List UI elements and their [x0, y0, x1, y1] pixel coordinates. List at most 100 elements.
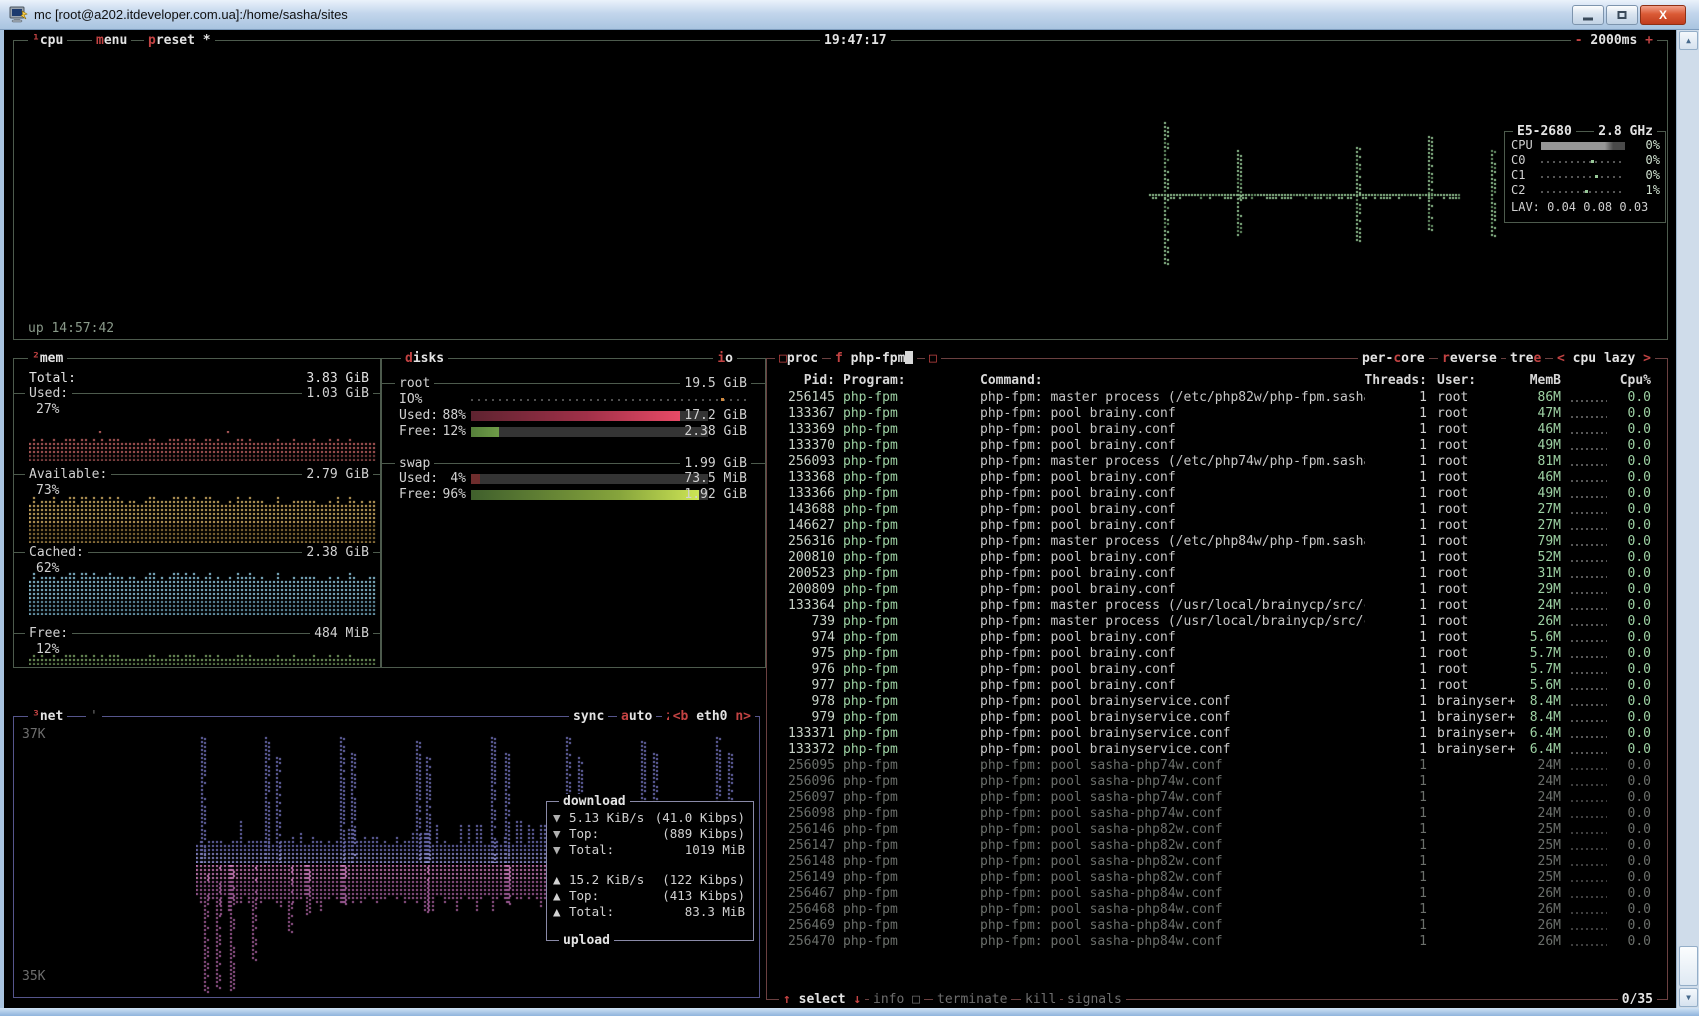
- kill-button[interactable]: kill: [1021, 992, 1060, 1007]
- proc-row[interactable]: 256145php-fpmphp-fpm: master process (/e…: [767, 390, 1667, 406]
- cpu-panel-tab[interactable]: ¹cpu: [28, 33, 67, 48]
- maximize-button[interactable]: [1606, 5, 1638, 25]
- scrollbar-down-icon[interactable]: ▼: [1679, 988, 1698, 1007]
- window-titlebar[interactable]: mc [root@a202.itdeveloper.com.ua]:/home/…: [0, 0, 1699, 30]
- sort-next-icon[interactable]: >: [1643, 351, 1651, 366]
- minimize-button[interactable]: [1572, 5, 1604, 25]
- proc-row[interactable]: 200809php-fpmphp-fpm: pool brainy.conf1r…: [767, 582, 1667, 598]
- upload-total-value: 83.3 MiB: [685, 904, 745, 920]
- net-tick-button[interactable]: ': [86, 709, 102, 724]
- proc-row[interactable]: 739php-fpmphp-fpm: master process (/usr/…: [767, 614, 1667, 630]
- col-user[interactable]: User:: [1437, 373, 1476, 389]
- disk-root-io-graph: [471, 399, 747, 401]
- proc-row[interactable]: 256097php-fpmphp-fpm: pool sasha-php74w.…: [767, 790, 1667, 806]
- proc-row[interactable]: 143688php-fpmphp-fpm: pool brainy.conf1r…: [767, 502, 1667, 518]
- interval-decrease[interactable]: -: [1575, 33, 1583, 48]
- proc-row[interactable]: 979php-fpmphp-fpm: pool brainyservice.co…: [767, 710, 1667, 726]
- mem-panel-tab[interactable]: ²mem: [28, 351, 67, 366]
- proc-row[interactable]: 146627php-fpmphp-fpm: pool brainy.conf1r…: [767, 518, 1667, 534]
- proc-row[interactable]: 133367php-fpmphp-fpm: pool brainy.conf1r…: [767, 406, 1667, 422]
- reverse-toggle[interactable]: reverse: [1438, 351, 1501, 366]
- proc-cpu-minigraph: [1571, 672, 1607, 674]
- proc-search-field[interactable]: f php-fpm: [831, 351, 917, 366]
- proc-row[interactable]: 133366php-fpmphp-fpm: pool brainy.conf1r…: [767, 486, 1667, 502]
- proc-row[interactable]: 133372php-fpmphp-fpm: pool brainyservice…: [767, 742, 1667, 758]
- proc-row[interactable]: 977php-fpmphp-fpm: pool brainy.conf1root…: [767, 678, 1667, 694]
- proc-panel-tab[interactable]: □proc: [775, 351, 822, 366]
- proc-cpu-minigraph: [1571, 912, 1607, 914]
- per-core-toggle[interactable]: per-core: [1358, 351, 1429, 366]
- proc-cell-program: php-fpm: [843, 502, 973, 518]
- proc-row[interactable]: 133364php-fpmphp-fpm: master process (/u…: [767, 598, 1667, 614]
- signals-button[interactable]: signals: [1063, 992, 1126, 1007]
- menu-button[interactable]: menu: [92, 33, 131, 48]
- terminal-screen: ¹cpu menu preset * 19:47:17 - 2000ms + E…: [4, 30, 1676, 1008]
- scrollbar-thumb[interactable]: [1679, 946, 1698, 986]
- proc-row[interactable]: 978php-fpmphp-fpm: pool brainyservice.co…: [767, 694, 1667, 710]
- col-cpu[interactable]: Cpu%: [1601, 373, 1651, 389]
- proc-row[interactable]: 256147php-fpmphp-fpm: pool sasha-php82w.…: [767, 838, 1667, 854]
- net-sync-toggle[interactable]: sync: [569, 709, 608, 724]
- mem-cached-graph: [29, 569, 376, 615]
- interval-increase[interactable]: +: [1645, 33, 1653, 48]
- proc-cell-pid: 979: [775, 710, 835, 726]
- proc-cell-memb: 79M: [1501, 534, 1561, 550]
- mem-available-divider: Available: 2.79 GiB: [14, 467, 381, 483]
- net-auto-toggle[interactable]: auto: [617, 709, 656, 724]
- proc-row[interactable]: 133369php-fpmphp-fpm: pool brainy.conf1r…: [767, 422, 1667, 438]
- disk-swap-used-value: 73.5 MiB: [684, 471, 747, 487]
- proc-row[interactable]: 976php-fpmphp-fpm: pool brainy.conf1root…: [767, 662, 1667, 678]
- proc-row[interactable]: 133370php-fpmphp-fpm: pool brainy.conf1r…: [767, 438, 1667, 454]
- tree-toggle[interactable]: tree: [1506, 351, 1545, 366]
- proc-row[interactable]: 256467php-fpmphp-fpm: pool sasha-php84w.…: [767, 886, 1667, 902]
- proc-row[interactable]: 133371php-fpmphp-fpm: pool brainyservice…: [767, 726, 1667, 742]
- proc-row[interactable]: 256093php-fpmphp-fpm: master process (/e…: [767, 454, 1667, 470]
- col-program[interactable]: Program:: [843, 373, 906, 389]
- proc-search-clear-button[interactable]: □: [925, 351, 941, 366]
- close-button[interactable]: X: [1640, 5, 1686, 25]
- proc-row[interactable]: 256470php-fpmphp-fpm: pool sasha-php84w.…: [767, 934, 1667, 950]
- col-command[interactable]: Command:: [980, 373, 1043, 389]
- col-threads[interactable]: Threads:: [1363, 373, 1427, 389]
- info-button[interactable]: info □: [869, 992, 924, 1007]
- proc-cell-program: php-fpm: [843, 870, 973, 886]
- proc-row[interactable]: 133368php-fpmphp-fpm: pool brainy.conf1r…: [767, 470, 1667, 486]
- net-panel-tab[interactable]: ³net: [28, 709, 67, 724]
- preset-button[interactable]: preset *: [144, 33, 215, 48]
- proc-cell-memb: 25M: [1501, 822, 1561, 838]
- proc-cell-cpu: 0.0: [1601, 870, 1651, 886]
- select-buttons[interactable]: ↑ select ↓: [779, 992, 865, 1007]
- scrollbar-up-icon[interactable]: ▲: [1679, 31, 1698, 50]
- disks-panel-tab[interactable]: disks: [401, 351, 448, 366]
- proc-cell-memb: 5.6M: [1501, 678, 1561, 694]
- proc-row[interactable]: 256095php-fpmphp-fpm: pool sasha-php74w.…: [767, 758, 1667, 774]
- proc-row[interactable]: 256468php-fpmphp-fpm: pool sasha-php84w.…: [767, 902, 1667, 918]
- proc-row[interactable]: 256148php-fpmphp-fpm: pool sasha-php82w.…: [767, 854, 1667, 870]
- col-pid[interactable]: Pid:: [775, 373, 835, 389]
- sort-column-switcher[interactable]: < cpu lazy >: [1553, 351, 1655, 366]
- net-interface-switcher[interactable]: <b eth0 n>: [669, 709, 755, 724]
- proc-row[interactable]: 256316php-fpmphp-fpm: master process (/e…: [767, 534, 1667, 550]
- proc-row[interactable]: 256096php-fpmphp-fpm: pool sasha-php74w.…: [767, 774, 1667, 790]
- terminate-button[interactable]: terminate: [933, 992, 1011, 1007]
- col-memb[interactable]: MemB: [1501, 373, 1561, 389]
- proc-row[interactable]: 200810php-fpmphp-fpm: pool brainy.conf1r…: [767, 550, 1667, 566]
- sort-prev-icon[interactable]: <: [1557, 351, 1565, 366]
- clock: 19:47:17: [820, 33, 891, 48]
- proc-cpu-minigraph: [1571, 576, 1607, 578]
- proc-row[interactable]: 975php-fpmphp-fpm: pool brainy.conf1root…: [767, 646, 1667, 662]
- proc-cpu-minigraph: [1571, 944, 1607, 946]
- proc-cell-threads: 1: [1363, 566, 1427, 582]
- proc-cell-threads: 1: [1363, 742, 1427, 758]
- terminal-scrollbar[interactable]: ▲ ▼: [1676, 30, 1699, 1008]
- proc-row[interactable]: 974php-fpmphp-fpm: pool brainy.conf1root…: [767, 630, 1667, 646]
- proc-cell-command: php-fpm: pool brainy.conf: [980, 486, 1365, 502]
- proc-row[interactable]: 256098php-fpmphp-fpm: pool sasha-php74w.…: [767, 806, 1667, 822]
- proc-row[interactable]: 256149php-fpmphp-fpm: pool sasha-php82w.…: [767, 870, 1667, 886]
- io-mode-tab[interactable]: io: [713, 351, 737, 366]
- proc-row[interactable]: 200523php-fpmphp-fpm: pool brainy.conf1r…: [767, 566, 1667, 582]
- proc-row[interactable]: 256469php-fpmphp-fpm: pool sasha-php84w.…: [767, 918, 1667, 934]
- disk-root-free-pct: 12%: [436, 424, 466, 440]
- proc-row[interactable]: 256146php-fpmphp-fpm: pool sasha-php82w.…: [767, 822, 1667, 838]
- mem-available-label: Available:: [25, 467, 111, 483]
